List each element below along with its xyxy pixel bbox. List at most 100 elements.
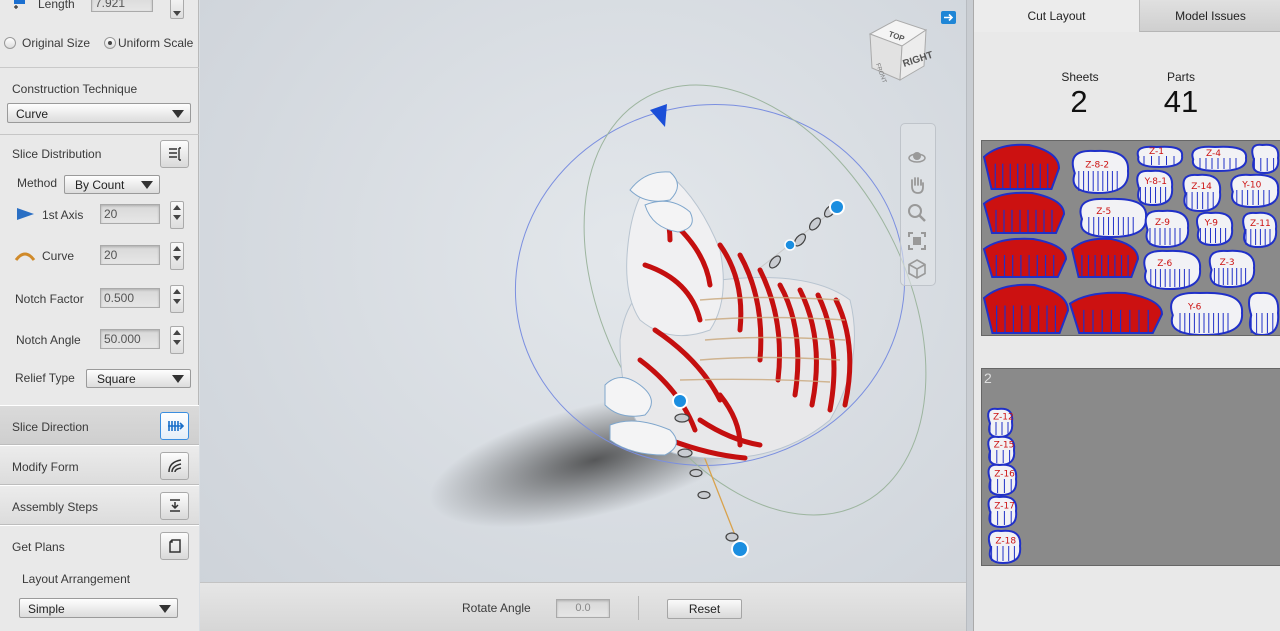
sheet-1-part-13[interactable]: Z-3 (1208, 249, 1256, 289)
rotate-angle-label: Rotate Angle (462, 601, 531, 615)
sheet-1-part-14[interactable]: Y-6 (1170, 291, 1244, 335)
axis-lower-handle[interactable] (672, 393, 688, 409)
sheet-1-part-8[interactable]: Z-5 (1079, 197, 1148, 239)
method-value: By Count (75, 178, 125, 192)
original-size-radio[interactable] (4, 37, 16, 49)
sheet-1-part-4[interactable] (1251, 143, 1280, 175)
sheet-1-part-9[interactable]: Z-9 (1144, 209, 1190, 249)
get-plans-button[interactable] (160, 532, 189, 560)
sheet-1-part-15[interactable] (1248, 291, 1280, 335)
tab-cut-layout[interactable]: Cut Layout (974, 0, 1140, 32)
panel-divider[interactable] (966, 0, 973, 631)
zoom-icon[interactable] (906, 202, 928, 224)
method-select[interactable]: By Count (64, 175, 160, 194)
expand-panel-button[interactable] (941, 11, 956, 24)
sheet-2-part-4[interactable]: Z-17 (987, 495, 1018, 529)
length-stepper[interactable] (170, 0, 184, 19)
sheet-1-part-11[interactable]: Z-11 (1242, 211, 1278, 249)
sheet-1-part-3[interactable]: Z-4 (1191, 145, 1248, 173)
method-label: Method (17, 176, 58, 190)
notch-angle-stepper[interactable] (170, 326, 184, 354)
3d-viewport[interactable]: TOP FRONT RIGHT (200, 0, 973, 631)
slice-direction-section[interactable]: Slice Direction (0, 405, 199, 445)
sheet-1-part-10[interactable]: Y-9 (1196, 211, 1234, 247)
sheet-1-part-2[interactable]: Z-1 (1136, 145, 1184, 169)
right-panel: Cut Layout Model Issues Sheets 2 Parts 4… (973, 0, 1280, 631)
sheet-2-part-3[interactable]: Z-16 (987, 463, 1018, 497)
sheet-1-part-red-4[interactable] (1070, 237, 1140, 278)
length-axis-icon (14, 0, 25, 9)
sheet-2-part-5-label: Z-18 (995, 536, 1016, 546)
sheet-1-part-red-3[interactable] (982, 237, 1068, 278)
notch-factor-stepper[interactable] (170, 285, 184, 313)
axis-end-handle-bottom[interactable] (731, 540, 749, 558)
curve-input[interactable]: 20 (100, 245, 160, 265)
sheet-1-part-12[interactable]: Z-6 (1143, 249, 1202, 291)
chevron-down-icon (172, 110, 184, 118)
sheets-stat: Sheets (1040, 70, 1120, 84)
first-axis-input[interactable]: 20 (100, 204, 160, 224)
construction-technique-label: Construction Technique (12, 82, 138, 96)
fit-view-icon[interactable] (906, 230, 928, 252)
parts-count: 41 (1163, 84, 1199, 119)
list-settings-icon (169, 147, 181, 161)
rotate-angle-input[interactable]: 0.0 (556, 599, 610, 618)
first-axis-icon (17, 208, 34, 220)
pan-hand-icon[interactable] (906, 174, 928, 196)
slice-distribution-options-button[interactable] (160, 140, 189, 168)
tab-model-issues[interactable]: Model Issues (1140, 0, 1280, 32)
layout-arrangement-select[interactable]: Simple (19, 598, 178, 618)
sheet-1-part-1[interactable]: Z-8-2 (1071, 149, 1130, 195)
orbit-icon[interactable] (906, 146, 928, 168)
sheet-2-part-2[interactable]: Z-15 (987, 435, 1016, 467)
parts-label: Parts (1166, 70, 1195, 84)
chevron-down-icon (159, 605, 171, 613)
relief-type-label: Relief Type (15, 371, 75, 385)
sheet-1-part-6[interactable]: Z-14 (1182, 173, 1222, 213)
cut-sheet-2[interactable]: 2 Z-12 Z-15 Z-16 Z-17 Z-18 (981, 368, 1280, 566)
assembly-steps-button[interactable] (160, 492, 189, 520)
curve-icon (14, 252, 36, 261)
construction-technique-section: Construction Technique Curve (0, 67, 199, 135)
direction-arrow-icon[interactable] (650, 104, 667, 127)
construction-technique-select[interactable]: Curve (7, 103, 191, 123)
slice-direction-button[interactable] (160, 412, 189, 440)
modify-form-button[interactable] (160, 452, 189, 480)
notch-factor-input[interactable]: 0.500 (100, 288, 160, 308)
sheet-1-part-14-label: Y-6 (1187, 302, 1202, 312)
model-scene[interactable] (200, 0, 966, 582)
sheet-1-part-red-5[interactable] (982, 283, 1070, 334)
length-input[interactable]: 7.921 (91, 0, 153, 12)
axis-end-handle-top[interactable] (829, 199, 845, 215)
sheet-1-part-red-2[interactable] (982, 191, 1066, 234)
sheet-1-part-red-1[interactable] (982, 143, 1061, 190)
sheet-1-part-5[interactable]: Y-8-1 (1136, 169, 1174, 207)
uniform-scale-radio[interactable] (104, 37, 116, 49)
sheet-1-part-10-label: Y-9 (1204, 218, 1219, 228)
modify-form-section[interactable]: Modify Form (0, 445, 199, 485)
sheet-1-part-3-label: Z-4 (1206, 149, 1221, 159)
sheet-1-part-7[interactable]: Y-10 (1230, 173, 1280, 209)
assembly-steps-section[interactable]: Assembly Steps (0, 485, 199, 525)
sheet-2-part-1[interactable]: Z-12 (987, 407, 1014, 439)
reset-button[interactable]: Reset (667, 599, 742, 619)
chevron-down-icon (141, 181, 153, 189)
axis-mid-handle[interactable] (784, 239, 796, 251)
sheet-1-parts: Z-8-2 Z-1 Z-4 Y-8-1 Z-14 Y-10 Z-5 Z-9 Y-9 Z-11 Z-6… (982, 143, 1280, 335)
toolbar-separator (638, 596, 639, 620)
sheet-2-part-5[interactable]: Z-18 (987, 529, 1022, 565)
slice-direction-label: Slice Direction (12, 420, 89, 434)
curve-stepper[interactable] (170, 242, 184, 270)
relief-type-select[interactable]: Square (86, 369, 191, 388)
sliced-model[interactable] (604, 171, 855, 461)
home-view-icon[interactable] (906, 258, 928, 280)
sheet-1-part-9-label: Z-9 (1155, 218, 1170, 228)
first-axis-stepper[interactable] (170, 201, 184, 229)
notch-angle-input[interactable]: 50.000 (100, 329, 160, 349)
sheet-2-part-3-label: Z-16 (994, 469, 1015, 479)
view-cube[interactable]: TOP FRONT RIGHT (866, 16, 932, 84)
sheet-2-parts: Z-12 Z-15 Z-16 Z-17 Z-18 (987, 407, 1022, 565)
slice-direction-icon (168, 421, 185, 431)
sheet-1-part-red-6[interactable] (1068, 291, 1164, 334)
cut-sheet-1[interactable]: Z-8-2 Z-1 Z-4 Y-8-1 Z-14 Y-10 Z-5 Z-9 Y-9 Z-11 Z-6… (981, 140, 1280, 336)
